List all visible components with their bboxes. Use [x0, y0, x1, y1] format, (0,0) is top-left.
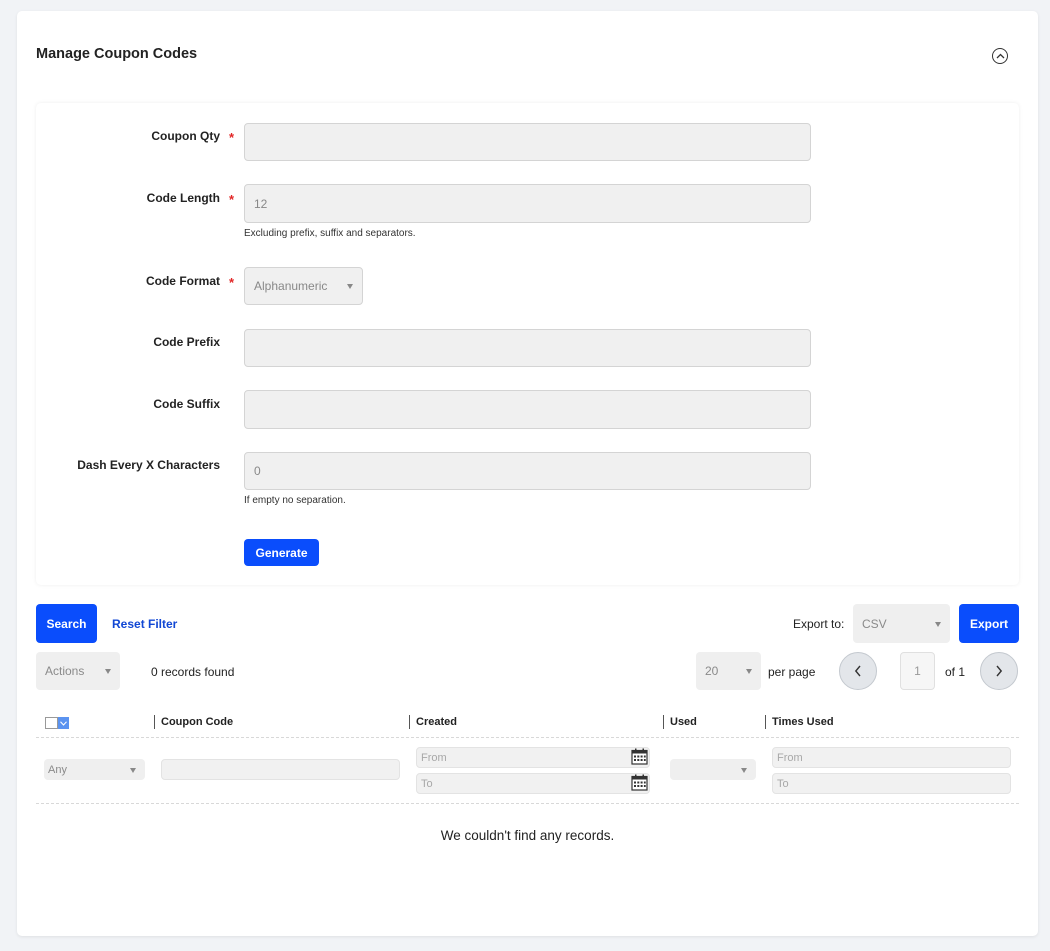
filter-times-used-from[interactable]: From	[772, 747, 1011, 768]
created-to-placeholder: To	[421, 777, 433, 790]
required-marker: *	[229, 192, 235, 207]
header-divider	[36, 737, 1019, 738]
code-length-label: Code Length	[146, 191, 220, 205]
coupon-qty-input[interactable]	[244, 123, 811, 161]
export-format-value: CSV	[862, 616, 887, 631]
code-prefix-input[interactable]	[244, 329, 811, 367]
code-format-value: Alphanumeric	[254, 279, 328, 293]
empty-records-message: We couldn't find any records.	[440, 828, 615, 843]
chevron-left-icon	[854, 665, 861, 677]
code-length-input[interactable]: 12	[244, 184, 811, 223]
actions-value: Actions	[45, 664, 85, 678]
chevron-right-icon	[996, 665, 1003, 677]
column-header-used[interactable]: Used	[663, 715, 697, 729]
code-format-select[interactable]: Alphanumeric	[244, 267, 363, 305]
required-marker: *	[229, 130, 235, 145]
caret-down-icon	[741, 767, 747, 773]
created-from-placeholder: From	[421, 751, 447, 764]
actions-select[interactable]: Actions	[36, 652, 120, 690]
calendar-icon[interactable]	[631, 748, 648, 770]
next-page-button[interactable]	[980, 652, 1018, 690]
filter-times-used-to[interactable]: To	[772, 773, 1011, 794]
dash-every-note: If empty no separation.	[244, 495, 346, 506]
code-format-label: Code Format	[145, 274, 220, 288]
chevron-down-icon	[60, 720, 67, 726]
caret-down-icon	[130, 767, 136, 773]
mass-select-dropdown[interactable]	[58, 717, 69, 729]
times-from-placeholder: From	[777, 751, 803, 764]
per-page-label: per page	[768, 665, 816, 679]
export-format-select[interactable]: CSV	[853, 604, 950, 643]
per-page-select[interactable]: 20	[696, 652, 761, 690]
times-to-placeholder: To	[777, 777, 789, 790]
export-button[interactable]: Export	[959, 604, 1019, 643]
per-page-value: 20	[705, 664, 719, 678]
chevron-up-icon	[996, 53, 1004, 59]
code-suffix-label: Code Suffix	[153, 397, 220, 411]
search-button[interactable]: Search	[36, 604, 97, 643]
calendar-icon[interactable]	[631, 774, 648, 796]
previous-page-button[interactable]	[839, 652, 877, 690]
generate-button[interactable]: Generate	[244, 539, 319, 566]
caret-down-icon	[935, 621, 941, 627]
filter-any-value: Any	[48, 763, 67, 776]
coupon-qty-label: Coupon Qty	[151, 129, 220, 143]
filter-coupon-code-input[interactable]	[161, 759, 400, 780]
column-header-times-used[interactable]: Times Used	[765, 715, 834, 729]
dash-every-label: Dash Every X Characters	[77, 458, 220, 472]
dash-every-input[interactable]: 0	[244, 452, 811, 490]
caret-down-icon	[746, 669, 752, 674]
code-suffix-input[interactable]	[244, 390, 811, 429]
caret-down-icon	[347, 284, 353, 289]
filter-created-to[interactable]: To	[416, 773, 650, 794]
code-prefix-label: Code Prefix	[153, 335, 220, 349]
filter-select-any[interactable]: Any	[44, 759, 145, 780]
select-all-checkbox[interactable]	[45, 717, 58, 729]
filter-created-from[interactable]: From	[416, 747, 650, 768]
mass-select-control[interactable]	[45, 717, 69, 729]
page-total: of 1	[945, 665, 966, 679]
required-marker: *	[229, 275, 235, 290]
page-title: Manage Coupon Codes	[36, 46, 198, 62]
collapse-toggle-button[interactable]	[992, 48, 1008, 64]
reset-filter-link[interactable]: Reset Filter	[112, 617, 177, 631]
column-header-coupon-code[interactable]: Coupon Code	[154, 715, 233, 729]
caret-down-icon	[105, 669, 111, 674]
records-found: 0 records found	[151, 665, 235, 679]
code-length-note: Excluding prefix, suffix and separators.	[244, 228, 416, 239]
export-to-label: Export to:	[793, 617, 845, 631]
page-number-input[interactable]: 1	[900, 652, 935, 690]
column-header-created[interactable]: Created	[409, 715, 457, 729]
filter-divider	[36, 803, 1019, 804]
filter-used-select[interactable]	[670, 759, 756, 780]
